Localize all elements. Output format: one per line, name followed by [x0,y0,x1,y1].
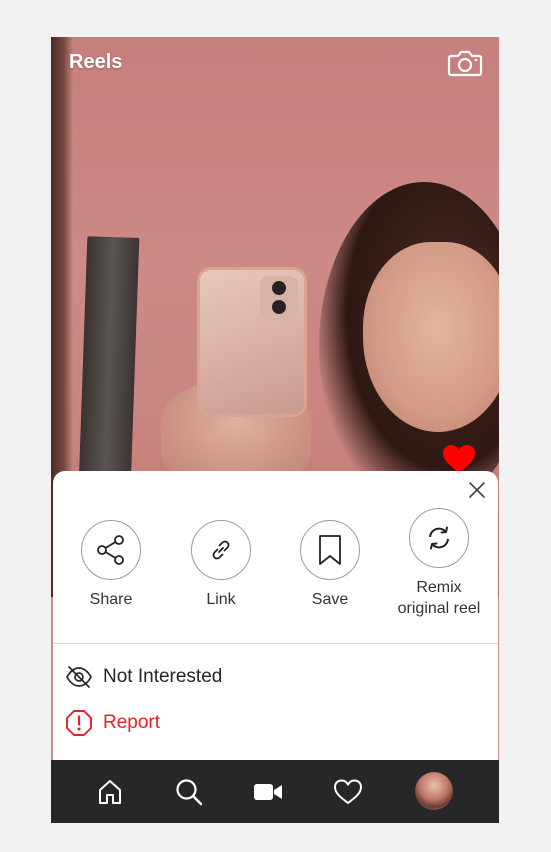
heart-icon[interactable] [331,775,365,809]
not-interested-item[interactable]: Not Interested [65,662,222,692]
reels-screen: Reels Share Link Save Remix original ree… [51,37,499,823]
save-button[interactable] [300,520,360,580]
link-label: Link [206,591,236,608]
save-label: Save [311,591,349,608]
remix-action[interactable]: Remix original reel [384,508,494,619]
reels-video-icon[interactable] [251,775,285,809]
save-action[interactable]: Save [275,520,385,610]
link-icon [212,540,230,560]
profile-avatar[interactable] [415,772,453,810]
report-label: Report [103,712,161,733]
search-icon[interactable] [172,775,206,809]
bookmark-icon [319,535,341,565]
share-action[interactable]: Share [56,520,166,610]
sheet-divider [53,643,498,644]
close-icon[interactable] [468,481,486,499]
remix-button[interactable] [409,508,469,568]
not-interested-label: Not Interested [103,666,223,687]
link-button[interactable] [191,520,251,580]
remix-icon [429,526,449,550]
report-item[interactable]: Report [65,708,160,738]
video-frame-post [78,236,140,488]
link-action[interactable]: Link [166,520,276,610]
share-icon [97,535,124,565]
top-bar: Reels [51,37,499,93]
remix-label: Remix original reel [397,579,481,617]
report-icon [65,709,93,737]
camera-icon[interactable] [447,49,483,77]
eye-slash-icon [65,663,93,691]
share-button[interactable] [81,520,141,580]
video-phone-camera [260,276,298,320]
home-icon[interactable] [93,775,127,809]
options-sheet: Share Link Save Remix original reel Not … [53,471,498,760]
share-label: Share [89,591,133,608]
page-title: Reels [69,51,123,73]
video-phone [197,267,307,417]
bottom-nav [51,760,499,823]
